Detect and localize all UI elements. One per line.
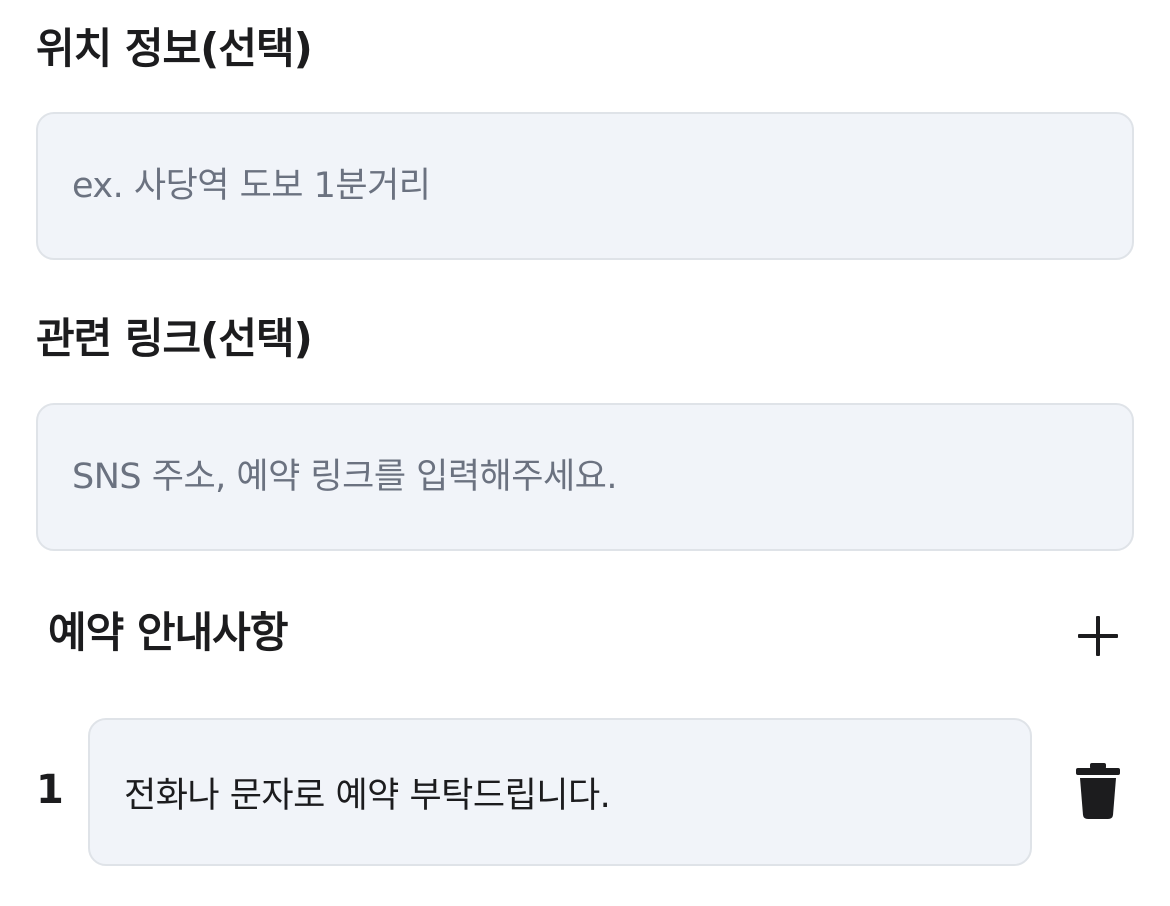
reservation-notes-title: 예약 안내사항 bbox=[48, 608, 288, 657]
location-section-title: 위치 정보(선택) bbox=[36, 24, 313, 73]
add-note-button[interactable] bbox=[1070, 608, 1126, 664]
plus-icon bbox=[1078, 616, 1118, 656]
note-item-field[interactable]: 전화나 문자로 예약 부탁드립니다. bbox=[88, 718, 1032, 866]
link-section-title: 관련 링크(선택) bbox=[36, 314, 313, 363]
link-field-container bbox=[36, 403, 1134, 551]
location-field-container bbox=[36, 112, 1134, 260]
note-item-text: 전화나 문자로 예약 부탁드립니다. bbox=[124, 775, 611, 816]
trash-icon bbox=[1076, 763, 1120, 819]
link-input[interactable] bbox=[38, 405, 1132, 549]
note-item-index: 1 bbox=[36, 767, 64, 813]
location-input[interactable] bbox=[38, 114, 1132, 258]
delete-note-button[interactable] bbox=[1070, 760, 1126, 822]
reservation-form: 위치 정보(선택) 관련 링크(선택) 예약 안내사항 1 전화나 문자로 예약… bbox=[0, 0, 1170, 906]
